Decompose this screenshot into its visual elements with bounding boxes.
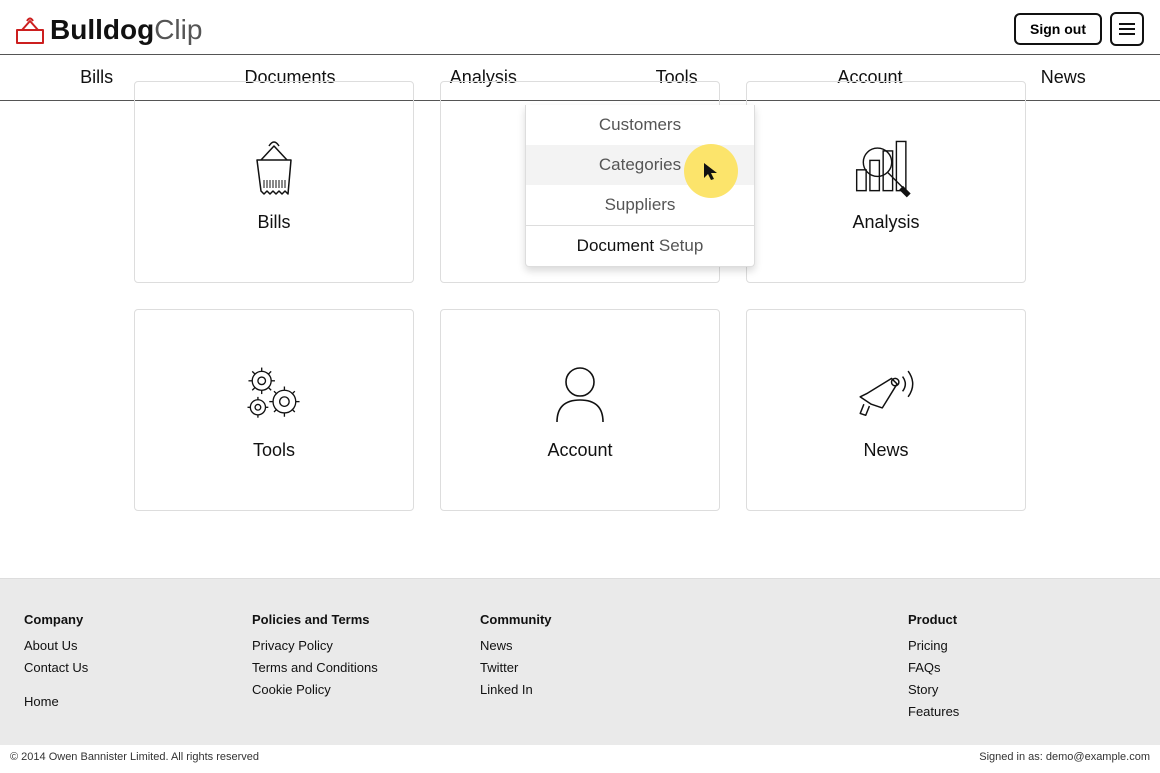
footer-link-features[interactable]: Features bbox=[908, 701, 1136, 723]
card-tools[interactable]: Tools bbox=[134, 309, 414, 511]
dropdown-docsetup-label: Setup bbox=[659, 236, 703, 255]
sign-out-button[interactable]: Sign out bbox=[1014, 13, 1102, 45]
footer-link-privacy[interactable]: Privacy Policy bbox=[252, 635, 480, 657]
receipt-clip-icon bbox=[239, 132, 309, 202]
footer-policies-title: Policies and Terms bbox=[252, 609, 480, 631]
logo-text-light: Clip bbox=[154, 14, 202, 45]
tools-dropdown: Customers Categories Suppliers Document … bbox=[525, 105, 755, 267]
header: BulldogClip Sign out bbox=[0, 0, 1160, 54]
bulldog-clip-icon bbox=[16, 14, 44, 44]
footer-company-title: Company bbox=[24, 609, 252, 631]
card-news-label: News bbox=[863, 440, 908, 461]
footer-col-company: Company About Us Contact Us Home bbox=[24, 609, 252, 723]
logo-text-bold: Bulldog bbox=[50, 14, 154, 45]
footer-link-news[interactable]: News bbox=[480, 635, 708, 657]
dropdown-item-customers[interactable]: Customers bbox=[526, 105, 754, 145]
footer-link-contact[interactable]: Contact Us bbox=[24, 657, 252, 679]
footer-link-home[interactable]: Home bbox=[24, 691, 252, 713]
dropdown-docsetup-prefix: Document bbox=[577, 236, 654, 255]
footer-link-cookie[interactable]: Cookie Policy bbox=[252, 679, 480, 701]
footer-link-linkedin[interactable]: Linked In bbox=[480, 679, 708, 701]
footer-col-product: Product Pricing FAQs Story Features bbox=[708, 609, 1136, 723]
card-analysis[interactable]: Analysis bbox=[746, 81, 1026, 283]
gears-icon bbox=[239, 360, 309, 430]
footer-link-story[interactable]: Story bbox=[908, 679, 1136, 701]
card-bills[interactable]: Bills bbox=[134, 81, 414, 283]
person-icon bbox=[545, 360, 615, 430]
footer-col-policies: Policies and Terms Privacy Policy Terms … bbox=[252, 609, 480, 723]
footer-link-about[interactable]: About Us bbox=[24, 635, 252, 657]
card-account-label: Account bbox=[547, 440, 612, 461]
analysis-chart-icon bbox=[851, 132, 921, 202]
footer: Company About Us Contact Us Home Policie… bbox=[0, 578, 1160, 773]
footer-community-title: Community bbox=[480, 609, 708, 631]
footer-product-title: Product bbox=[908, 609, 1136, 631]
dropdown-item-categories[interactable]: Categories bbox=[526, 145, 754, 185]
signed-in-text: Signed in as: demo@example.com bbox=[979, 751, 1150, 763]
megaphone-icon bbox=[851, 360, 921, 430]
menu-button[interactable] bbox=[1110, 12, 1144, 46]
logo[interactable]: BulldogClip bbox=[16, 14, 202, 44]
footer-link-terms[interactable]: Terms and Conditions bbox=[252, 657, 480, 679]
card-news[interactable]: News bbox=[746, 309, 1026, 511]
footer-link-twitter[interactable]: Twitter bbox=[480, 657, 708, 679]
card-bills-label: Bills bbox=[257, 212, 290, 233]
footer-link-pricing[interactable]: Pricing bbox=[908, 635, 1136, 657]
copyright-text: © 2014 Owen Bannister Limited. All right… bbox=[10, 751, 259, 763]
hamburger-icon bbox=[1119, 22, 1135, 36]
dropdown-item-document-setup[interactable]: Document Setup bbox=[526, 226, 754, 266]
footer-link-faqs[interactable]: FAQs bbox=[908, 657, 1136, 679]
dropdown-item-suppliers[interactable]: Suppliers bbox=[526, 185, 754, 225]
footer-col-community: Community News Twitter Linked In bbox=[480, 609, 708, 723]
card-account[interactable]: Account bbox=[440, 309, 720, 511]
card-analysis-label: Analysis bbox=[852, 212, 919, 233]
card-tools-label: Tools bbox=[253, 440, 295, 461]
